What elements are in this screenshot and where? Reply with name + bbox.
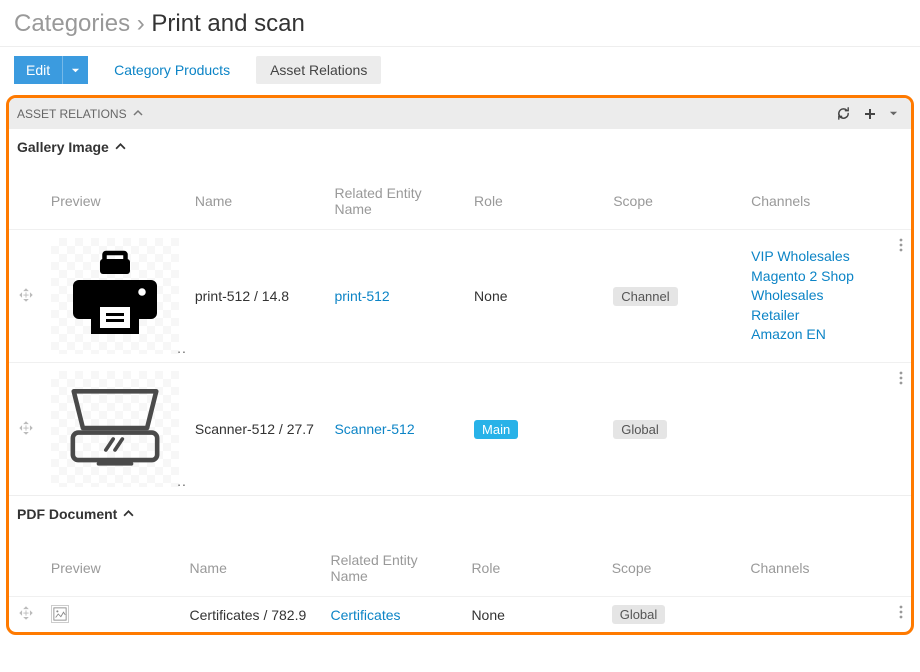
cell-name: print-512 / 14.8	[187, 230, 327, 363]
page-title: Print and scan	[151, 10, 304, 37]
panel-header: ASSET RELATIONS	[9, 98, 911, 129]
cell-role: None	[466, 230, 605, 363]
broken-image-icon	[51, 605, 69, 623]
table-row[interactable]: .. print-512 / 14.8 print-512 None Chann…	[9, 230, 911, 363]
cell-name: Certificates / 782.9	[182, 597, 323, 633]
pdf-table: Preview Name Related Entity Name Role Sc…	[9, 532, 911, 632]
col-role: Role	[466, 165, 605, 230]
col-related: Related Entity Name	[322, 532, 463, 597]
caret-down-icon	[71, 63, 80, 78]
scope-badge: Global	[612, 605, 666, 624]
chevron-up-icon[interactable]	[133, 107, 143, 121]
related-entity-link[interactable]: Scanner-512	[334, 421, 414, 437]
col-role: Role	[463, 532, 603, 597]
channel-link[interactable]: VIP Wholesales	[751, 247, 883, 267]
col-channels: Channels	[743, 165, 891, 230]
tab-asset-relations[interactable]: Asset Relations	[256, 56, 381, 84]
table-row[interactable]: Certificates / 782.9 Certificates None G…	[9, 597, 911, 633]
preview-thumbnail[interactable]: ..	[51, 238, 179, 354]
panel-menu-button[interactable]	[884, 106, 903, 121]
scope-badge: Channel	[613, 287, 677, 306]
scope-badge: Global	[613, 420, 667, 439]
edit-button[interactable]: Edit	[14, 56, 62, 84]
edit-dropdown-button[interactable]	[62, 56, 88, 84]
asset-relations-panel: ASSET RELATIONS	[6, 95, 914, 635]
col-scope: Scope	[605, 165, 743, 230]
col-name: Name	[182, 532, 323, 597]
col-preview: Preview	[43, 532, 182, 597]
caret-down-icon	[889, 109, 898, 118]
col-name: Name	[187, 165, 327, 230]
breadcrumb: Categories › Print and scan	[0, 0, 920, 47]
related-entity-link[interactable]: print-512	[334, 288, 389, 304]
channel-link[interactable]: Retailer	[751, 306, 883, 326]
gallery-table: Preview Name Related Entity Name Role Sc…	[9, 165, 911, 495]
row-menu-button[interactable]	[899, 372, 903, 388]
section-title-label: PDF Document	[17, 506, 117, 522]
col-preview: Preview	[43, 165, 187, 230]
toolbar: Edit Category Products Asset Relations	[0, 47, 920, 93]
cell-role: None	[463, 597, 603, 633]
preview-more-icon: ..	[177, 473, 187, 489]
section-pdf-document[interactable]: PDF Document	[9, 495, 911, 532]
cell-name: Scanner-512 / 27.7	[187, 363, 327, 496]
chevron-up-icon	[115, 139, 126, 155]
role-badge: Main	[474, 420, 518, 439]
drag-handle-icon[interactable]	[19, 289, 33, 305]
scanner-icon	[60, 378, 170, 481]
col-channels: Channels	[742, 532, 891, 597]
channel-list: VIP Wholesales Magento 2 Shop Wholesales…	[751, 247, 883, 345]
add-button[interactable]	[858, 104, 882, 124]
drag-handle-icon[interactable]	[19, 422, 33, 438]
refresh-icon	[836, 106, 851, 121]
tab-category-products[interactable]: Category Products	[100, 56, 244, 84]
related-entity-link[interactable]: Certificates	[330, 607, 400, 623]
plus-icon	[863, 107, 877, 121]
breadcrumb-sep: ›	[137, 10, 145, 37]
refresh-button[interactable]	[831, 103, 856, 124]
row-menu-button[interactable]	[899, 606, 903, 622]
col-scope: Scope	[604, 532, 743, 597]
col-related: Related Entity Name	[326, 165, 466, 230]
chevron-up-icon	[123, 506, 134, 522]
printer-icon	[67, 247, 163, 346]
drag-handle-icon[interactable]	[19, 607, 33, 623]
channel-link[interactable]: Wholesales	[751, 286, 883, 306]
channel-link[interactable]: Amazon EN	[751, 325, 883, 345]
breadcrumb-root[interactable]: Categories	[14, 10, 130, 37]
table-row[interactable]: .. Scanner-512 / 27.7 Scanner-512 Main G…	[9, 363, 911, 496]
section-gallery-image[interactable]: Gallery Image	[9, 129, 911, 165]
preview-more-icon: ..	[177, 340, 187, 356]
preview-thumbnail[interactable]: ..	[51, 371, 179, 487]
row-menu-button[interactable]	[899, 239, 903, 255]
panel-title: ASSET RELATIONS	[17, 107, 127, 121]
section-title-label: Gallery Image	[17, 139, 109, 155]
channel-link[interactable]: Magento 2 Shop	[751, 267, 883, 287]
